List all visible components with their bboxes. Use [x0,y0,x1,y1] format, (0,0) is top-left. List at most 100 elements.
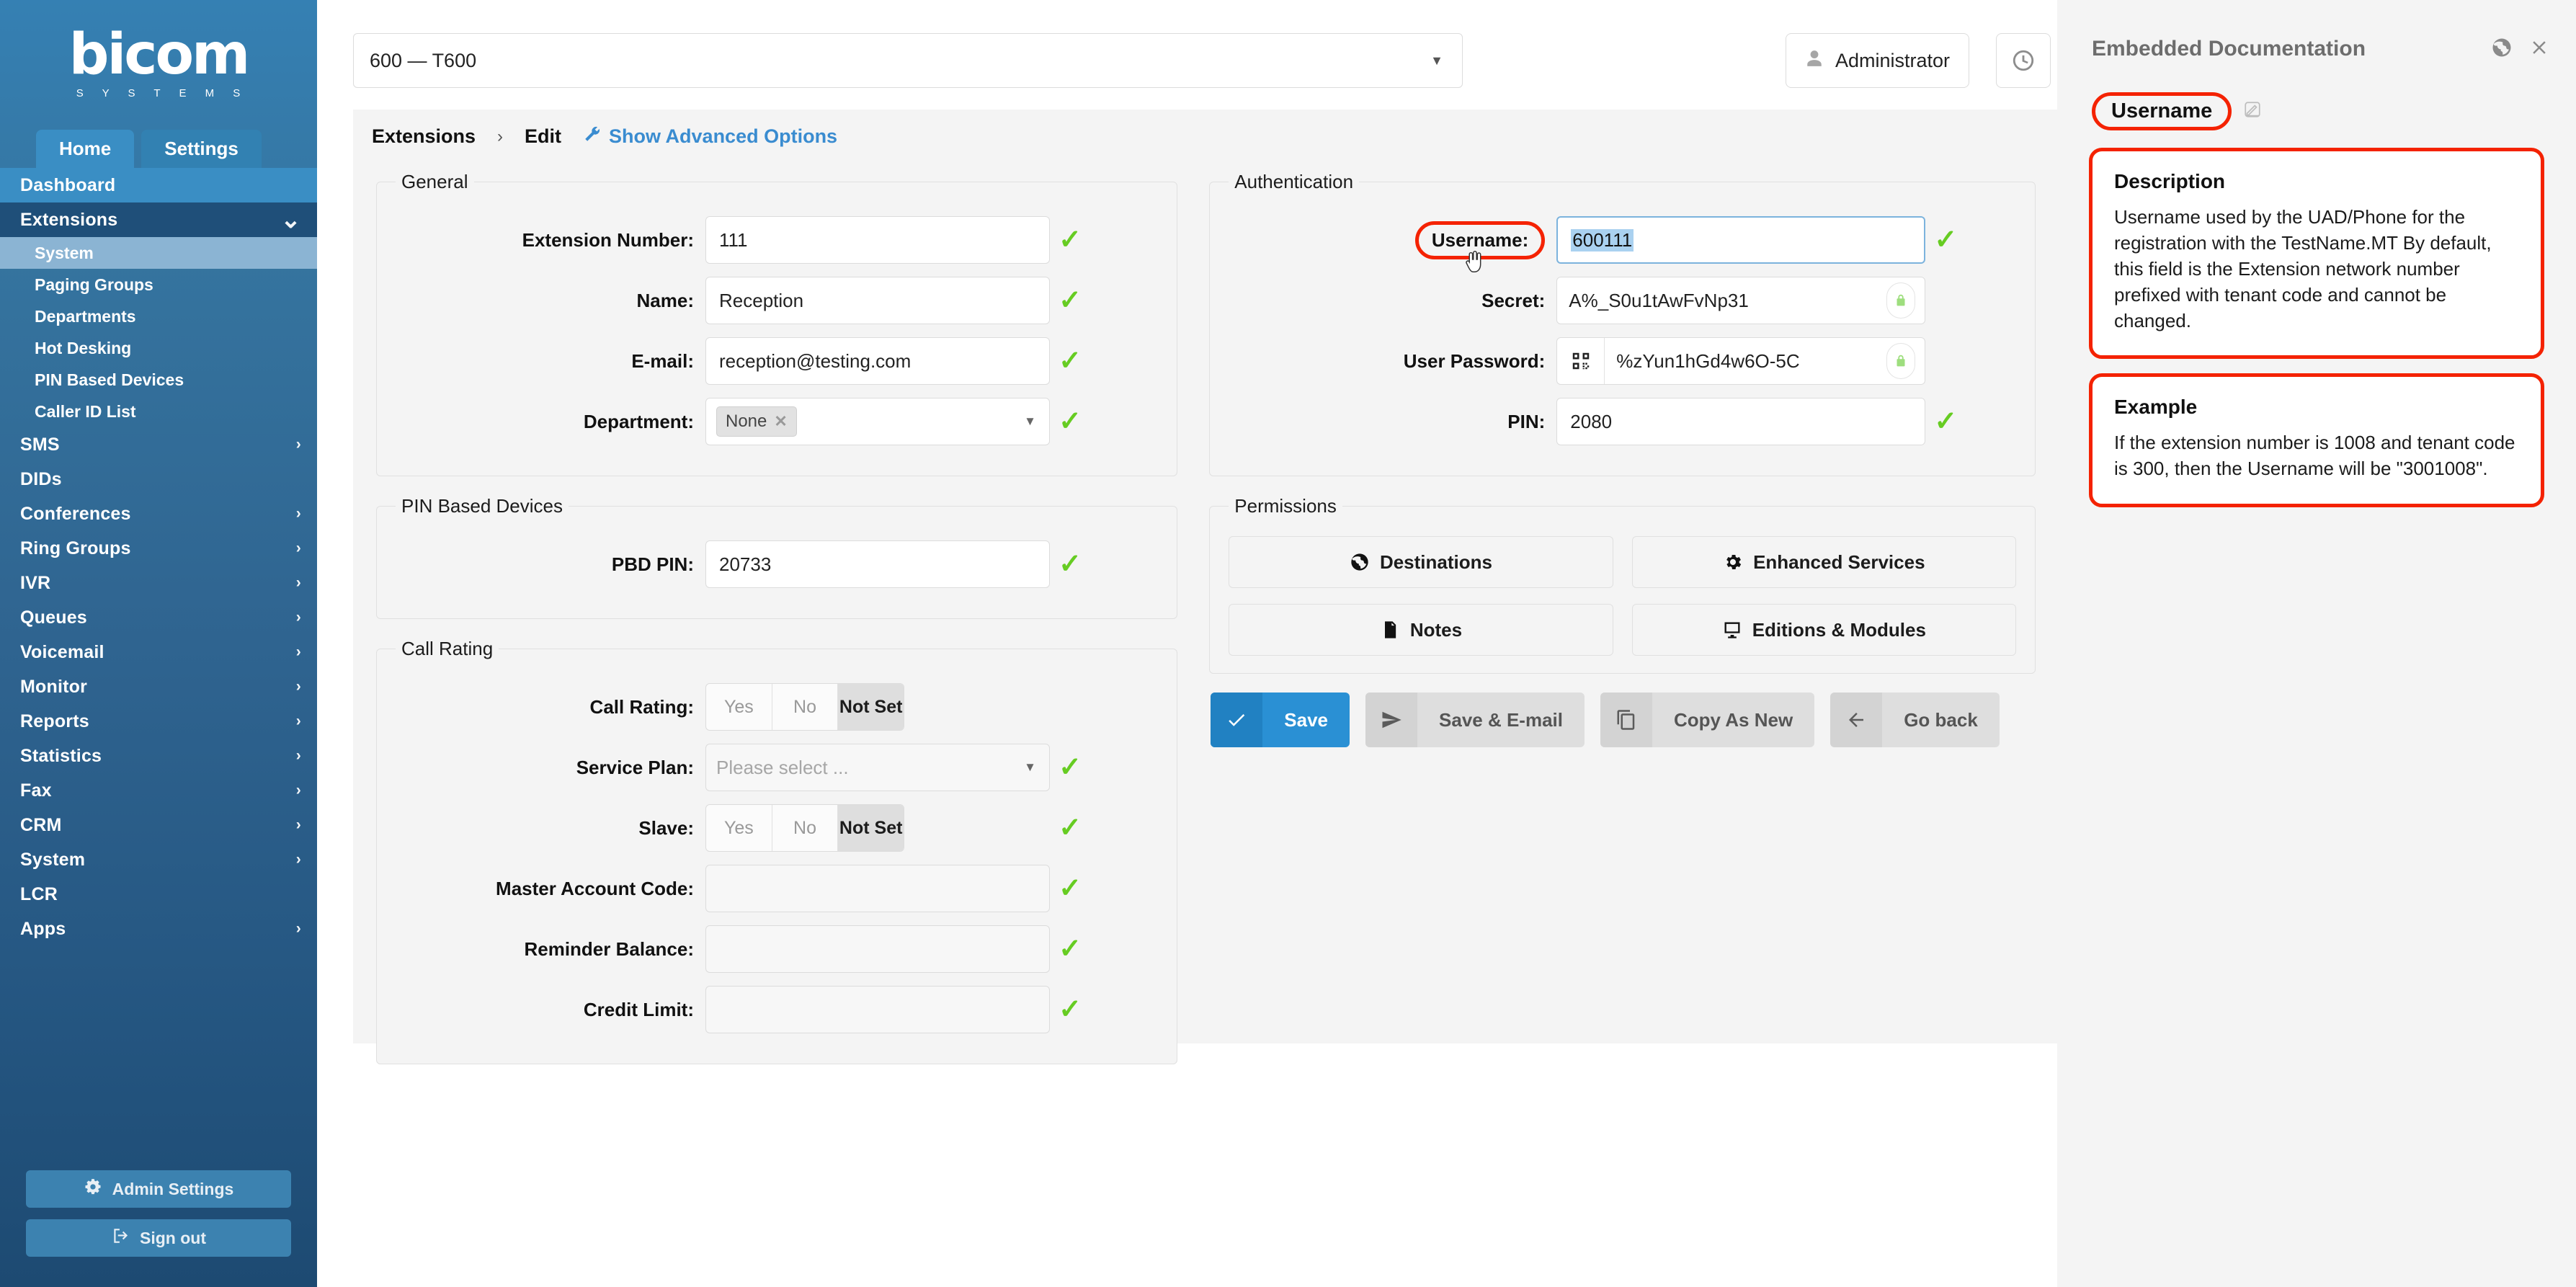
editions-modules-button[interactable]: Editions & Modules [1631,604,2016,656]
secret-lock-button[interactable] [1877,277,1925,324]
chevron-right-icon: › [295,713,301,729]
chevron-right-icon: › [295,540,301,556]
brand-tagline: S Y S T E M S [76,87,249,99]
sidebar-item-label: LCR [20,883,58,904]
username-label-annotation: Username: [1414,221,1546,272]
valid-check-icon: ✓ [1059,406,1082,437]
notes-button[interactable]: Notes [1229,604,1613,656]
pin-input[interactable] [1556,398,1926,445]
sidebar-item-apps[interactable]: Apps › [0,912,317,946]
copy-as-new-button[interactable]: Copy As New [1600,693,1815,747]
administrator-button[interactable]: Administrator [1786,33,1970,88]
field-call-rating: Call Rating: Yes No Not Set [396,683,1158,731]
extension-selector[interactable]: 600 — T600 ▼ [353,33,1463,88]
pin-label: PIN: [1507,410,1546,432]
qr-code-button[interactable] [1557,338,1605,384]
extension-number-input[interactable] [705,216,1050,264]
documentation-globe-button[interactable] [2491,37,2513,62]
slave-option-yes[interactable]: Yes [706,805,772,851]
pbd-pin-label: PBD PIN: [611,553,694,575]
pin-based-devices-legend: PIN Based Devices [401,495,563,517]
sidebar-nav: Dashboard Extensions ⌄ System Paging Groups D… [0,168,317,946]
sidebar-item-reports[interactable]: Reports › [0,704,317,739]
user-password-value[interactable]: %zYun1hGd4w6O-5C [1605,338,1877,384]
sidebar-item-extensions[interactable]: Extensions ⌄ [0,202,317,237]
field-service-plan: Service Plan: Please select ... ▼ ✓ [396,744,1158,791]
sidebar-item-dids[interactable]: DIDs [0,462,317,496]
tab-home[interactable]: Home [36,130,135,168]
show-advanced-options-link[interactable]: Show Advanced Options [583,125,837,148]
sidebar-item-ring-groups[interactable]: Ring Groups › [0,531,317,566]
sidebar-subitem-pin-based-devices[interactable]: PIN Based Devices [0,364,317,396]
sidebar-item-conferences[interactable]: Conferences › [0,496,317,531]
secret-value[interactable]: A%_S0u1tAwFvNp31 [1557,277,1877,324]
sidebar-item-fax[interactable]: Fax › [0,773,317,808]
sidebar-item-dashboard[interactable]: Dashboard [0,168,317,202]
sidebar-item-label: Fax [20,780,52,801]
save-button[interactable]: Save [1211,693,1350,747]
description-body: Username used by the UAD/Phone for the r… [2114,206,2492,331]
field-pbd-pin: PBD PIN: ✓ [396,540,1158,588]
sidebar-item-ivr[interactable]: IVR › [0,566,317,600]
documentation-field-name: Username [2092,92,2232,130]
valid-check-icon: ✓ [1934,225,1958,255]
sidebar-subitem-hot-desking[interactable]: Hot Desking [0,332,317,364]
save-and-email-button[interactable]: Save & E-mail [1365,693,1585,747]
documentation-edit-button[interactable] [2243,100,2262,123]
sidebar-item-label: Ring Groups [20,538,131,558]
destinations-button[interactable]: Destinations [1229,536,1613,588]
sidebar-item-voicemail[interactable]: Voicemail › [0,635,317,669]
save-and-email-label: Save & E-mail [1439,708,1563,731]
email-input[interactable] [705,337,1050,385]
sidebar-subitem-system[interactable]: System [0,237,317,269]
authentication-section: Authentication Username: 600111 ✓ Secret… [1209,171,2036,476]
field-user-password: User Password: %zYun1hGd4w6O-5C [1229,337,2016,385]
sidebar-item-queues[interactable]: Queues › [0,600,317,635]
admin-settings-button[interactable]: Admin Settings [26,1170,291,1208]
slave-option-not-set[interactable]: Not Set [838,805,904,851]
sidebar-item-system[interactable]: System › [0,842,317,877]
chevron-right-icon: › [295,436,301,453]
slave-label: Slave: [638,816,694,839]
call-rating-option-not-set[interactable]: Not Set [838,684,904,730]
documentation-close-button[interactable] [2528,37,2550,62]
user-password-lock-button[interactable] [1877,338,1925,384]
username-input[interactable]: 600111 [1556,216,1926,264]
service-plan-select[interactable]: Please select ... ▼ [705,744,1050,791]
sidebar-item-label: Hot Desking [35,338,132,357]
copy-icon [1600,693,1652,747]
sidebar-item-label: Voicemail [20,641,104,662]
enhanced-services-button[interactable]: Enhanced Services [1631,536,2016,588]
chevron-right-icon: › [295,851,301,868]
department-select[interactable]: None ✕ ▼ [705,398,1050,445]
wrench-icon [583,125,602,148]
sidebar-item-monitor[interactable]: Monitor › [0,669,317,704]
breadcrumb-root[interactable]: Extensions [372,125,476,148]
sidebar-subitem-paging-groups[interactable]: Paging Groups [0,269,317,300]
master-account-code-input[interactable] [705,865,1050,912]
sidebar-subitem-departments[interactable]: Departments [0,300,317,332]
sidebar-item-crm[interactable]: CRM › [0,808,317,842]
remove-chip-icon[interactable]: ✕ [774,412,787,431]
sidebar-subitem-caller-id-list[interactable]: Caller ID List [0,396,317,427]
slave-option-no[interactable]: No [772,805,839,851]
destinations-label: Destinations [1379,551,1492,573]
reminder-balance-input[interactable] [705,925,1050,973]
call-rating-option-no[interactable]: No [772,684,839,730]
go-back-button[interactable]: Go back [1830,693,2000,747]
main-content-panel: Extensions › Edit Show Advanced Options … [353,110,2057,1064]
field-slave: Slave: Yes No Not Set ✓ [396,804,1158,852]
sidebar-item-lcr[interactable]: LCR [0,877,317,912]
chevron-right-icon: › [295,609,301,625]
pbd-pin-input[interactable] [705,540,1050,588]
sidebar-item-statistics[interactable]: Statistics › [0,739,317,773]
general-legend: General [401,171,468,192]
credit-limit-input[interactable] [705,986,1050,1033]
tab-settings[interactable]: Settings [141,130,262,168]
name-input[interactable] [705,277,1050,324]
sign-out-button[interactable]: Sign out [26,1219,291,1257]
sidebar-item-sms[interactable]: SMS › [0,427,317,462]
clock-icon-button[interactable] [1996,33,2051,88]
call-rating-option-yes[interactable]: Yes [706,684,772,730]
enhanced-services-label: Enhanced Services [1753,551,1925,573]
